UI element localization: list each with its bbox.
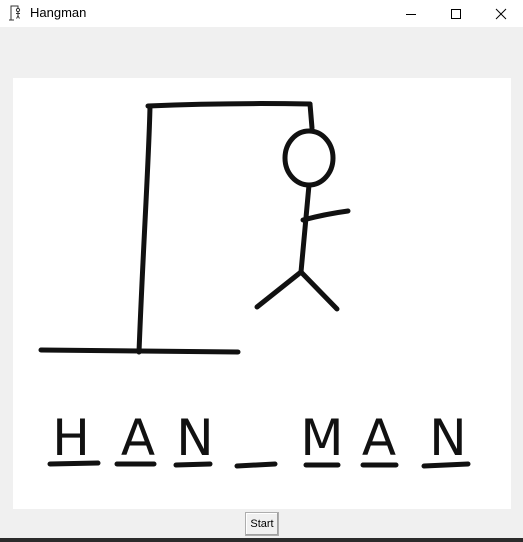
letter-underlines xyxy=(47,460,471,469)
word-letter: A xyxy=(121,409,155,467)
word-letter: N xyxy=(176,409,213,467)
taskbar-edge xyxy=(0,538,523,542)
close-button[interactable] xyxy=(478,0,523,27)
minimize-icon xyxy=(405,13,416,15)
maximize-icon xyxy=(450,8,461,19)
gallows-rope xyxy=(307,101,315,131)
word-letter: M xyxy=(300,409,343,467)
word-display: H A N M A N xyxy=(52,409,467,467)
close-icon xyxy=(495,8,506,19)
hangman-body xyxy=(298,182,312,275)
game-canvas: H A N M A N xyxy=(13,78,511,509)
gallows-beam xyxy=(145,101,313,109)
hangman-window: Hangman H A N M A N Start xyxy=(0,0,523,542)
letter-underline xyxy=(173,461,213,468)
letter-underline xyxy=(234,461,278,469)
hangman-head xyxy=(282,128,336,188)
letter-underline xyxy=(421,461,471,469)
title-bar[interactable]: Hangman xyxy=(0,0,523,27)
hangman-drawing: H A N M A N xyxy=(38,101,471,469)
start-button[interactable]: Start xyxy=(245,512,279,536)
minimize-button[interactable] xyxy=(388,0,433,27)
maximize-button[interactable] xyxy=(433,0,478,27)
word-letter: H xyxy=(52,409,90,467)
hangman-arm xyxy=(300,208,351,223)
hangman-left-leg xyxy=(254,269,304,310)
word-letter: N xyxy=(429,409,466,467)
hangman-right-leg xyxy=(298,269,340,312)
hangman-app-icon xyxy=(9,5,21,21)
letter-underline xyxy=(47,460,101,467)
word-letter: A xyxy=(362,409,396,467)
window-title: Hangman xyxy=(30,5,87,20)
gallows-post xyxy=(136,103,153,355)
